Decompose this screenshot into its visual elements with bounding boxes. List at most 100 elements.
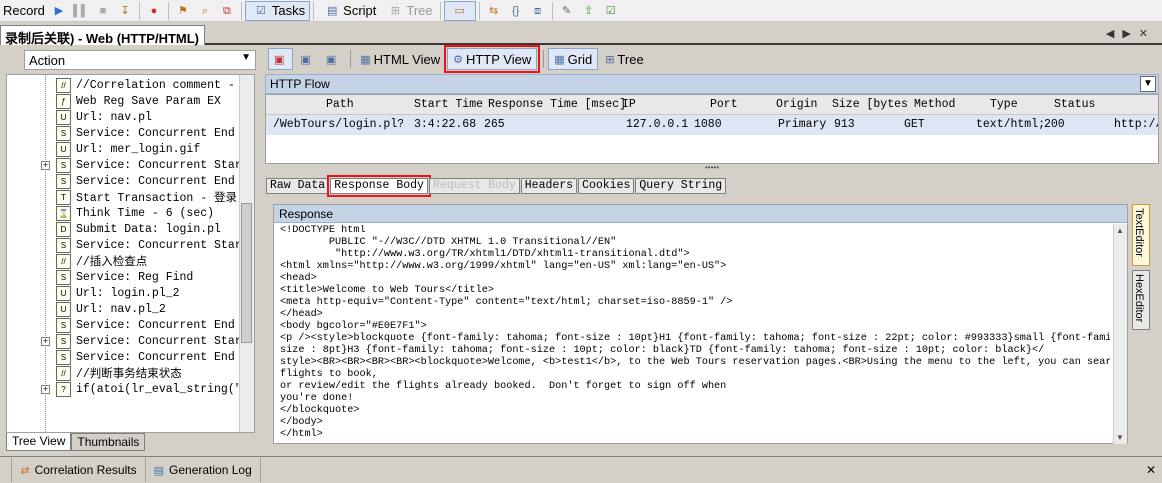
splitter-grip[interactable]: ••••• (265, 164, 1159, 172)
tree-item-label: //判断事务结束状态 (76, 368, 182, 381)
response-vscrollbar[interactable]: ▲ ▼ (1113, 224, 1127, 444)
replace-icon[interactable]: ⧉ (219, 3, 235, 19)
tools-icon[interactable]: ✎ (559, 3, 575, 19)
expand-icon[interactable]: + (41, 384, 50, 394)
step-icon[interactable]: ↧ (117, 3, 133, 19)
tasks-button[interactable]: ☑ Tasks (244, 0, 311, 21)
tab-response-body[interactable]: Response Body (327, 175, 431, 197)
column-header[interactable]: Size [bytes (832, 98, 908, 111)
record-label[interactable]: Record (0, 3, 48, 18)
tab-generation-log[interactable]: ▤ Generation Log (146, 458, 261, 482)
step-type-icon: S (56, 349, 71, 365)
tree-item[interactable]: S Service: Concurrent End (7, 125, 254, 141)
tree-item[interactable]: D Submit Data: login.pl (7, 221, 254, 237)
tree-item[interactable]: S Service: Concurrent End (7, 349, 254, 365)
tree-item[interactable]: ƒ Web Reg Save Param EX (7, 93, 254, 109)
column-header[interactable]: Origin (776, 98, 817, 111)
html-page-icon: ▦ (360, 53, 371, 66)
tree-item[interactable]: +? if(atoi(lr_eval_string("{nu (7, 381, 254, 397)
log-icon: ▤ (153, 464, 165, 477)
response-line: </blockquote> (280, 405, 360, 416)
checkpoint-icon[interactable]: ⧈ (530, 3, 546, 19)
tree-item[interactable]: S Service: Reg Find (7, 269, 254, 285)
tree-item[interactable]: U Url: nav.pl_2 (7, 301, 254, 317)
tab-scroll-arrows[interactable]: ◀▶✕ (1106, 27, 1156, 40)
compare-icon[interactable]: ☑ (603, 3, 619, 19)
output-tab-fragment[interactable] (0, 458, 13, 482)
response-line: size : 8pt}H3 {font-family: tahoma; font… (280, 345, 1045, 356)
column-header[interactable]: Path (326, 98, 354, 111)
expand-icon[interactable]: + (41, 336, 50, 346)
html-view-button[interactable]: ▦ HTML View (355, 48, 445, 70)
column-header[interactable]: Start Time (414, 98, 483, 111)
tree-view-button[interactable]: ⊞ Tree (380, 1, 436, 21)
stop-icon[interactable]: ■ (95, 3, 111, 19)
step-type-icon: S (56, 125, 71, 141)
http-view-button[interactable]: ⚙ HTTP View (444, 45, 541, 73)
find-icon[interactable]: ⌕ (197, 3, 213, 19)
toolbar-separator (350, 50, 352, 68)
tree-item[interactable]: + S Service: Concurrent Start (7, 333, 254, 349)
scroll-down-arrow[interactable]: ▼ (1116, 433, 1124, 442)
snapshot-mode-button[interactable]: ▣ (268, 48, 294, 70)
play-icon[interactable]: ▶ (51, 3, 67, 19)
column-header[interactable]: Response Time [msec] (488, 98, 626, 111)
tree-scroll-thumb[interactable] (241, 203, 252, 343)
http-flow-header: HTTP Flow ▼ (265, 74, 1159, 94)
breakpoint-icon[interactable]: ● (146, 3, 162, 19)
step-type-icon: U (56, 301, 71, 317)
script-view-button[interactable]: ▤ Script (317, 1, 380, 21)
parameter-icon[interactable]: {} (508, 3, 524, 19)
tab-hex-editor[interactable]: HexEditor (1132, 270, 1150, 330)
replay-snapshot-button[interactable]: ▣ (295, 48, 318, 70)
expand-icon[interactable]: + (41, 160, 50, 170)
tree-item[interactable]: T Start Transaction - 登录 (7, 189, 254, 205)
tab-query-string[interactable]: Query String (635, 178, 727, 194)
http-flow-header-row: Path Start Time Response Time [msec] IP Port… (266, 95, 1158, 115)
table-cell: 1080 (694, 118, 722, 131)
tree-item[interactable]: S Service: Concurrent End (7, 173, 254, 189)
tree-item[interactable]: // //插入检查点 (7, 253, 254, 269)
tree-item[interactable]: S Service: Concurrent End (7, 317, 254, 333)
tab-request-body[interactable]: Request Body (428, 178, 520, 194)
tree-item[interactable]: // //判断事务结束状态 (7, 365, 254, 381)
bookmark-icon[interactable]: ⚑ (175, 3, 191, 19)
column-header[interactable]: IP (622, 98, 636, 111)
response-body-text[interactable]: <!DOCTYPE html PUBLIC "-//W3C//DTD XHTML… (280, 225, 1110, 443)
tab-thumbnails[interactable]: Thumbnails (71, 433, 146, 451)
tab-cookies[interactable]: Cookies (578, 178, 635, 194)
tree-item[interactable]: U Url: login.pl_2 (7, 285, 254, 301)
close-icon[interactable]: ✕ (1146, 463, 1156, 477)
tab-correlation-results[interactable]: ⇄ Correlation Results (12, 458, 146, 482)
column-header[interactable]: Port (710, 98, 738, 111)
column-header[interactable]: Status (1054, 98, 1095, 111)
column-header[interactable]: Type (990, 98, 1018, 111)
tree-view-toggle[interactable]: ⊞ Tree (600, 48, 648, 70)
tab-raw-data[interactable]: Raw Data (266, 178, 330, 194)
pause-icon[interactable]: ▌▌ (73, 3, 89, 19)
filter-icon[interactable]: ▼ (1140, 76, 1156, 92)
tree-item[interactable]: S Service: Concurrent Start (7, 237, 254, 253)
tab-headers[interactable]: Headers (520, 178, 578, 194)
tree-item[interactable]: U Url: nav.pl (7, 109, 254, 125)
tree-item[interactable]: + S Service: Concurrent Start (7, 157, 254, 173)
scroll-up-arrow[interactable]: ▲ (1116, 226, 1124, 235)
action-select[interactable]: Action ▼ (24, 50, 256, 70)
transaction-icon[interactable]: ⇆ (486, 3, 502, 19)
compare-snapshot-button[interactable]: ▣ (321, 48, 344, 70)
tree-item[interactable]: U Url: mer_login.gif (7, 141, 254, 157)
grid-view-button[interactable]: ▦ Grid (548, 48, 599, 70)
tab-tree-view[interactable]: Tree View (6, 433, 72, 451)
column-header[interactable]: Method (914, 98, 955, 111)
toolbar-separator (439, 1, 441, 20)
tree-item[interactable]: ⌛ Think Time - 6 (sec) (7, 205, 254, 221)
table-row[interactable]: /WebTours/login.pl?in 3:4:22.68€ 265 127.0.… (266, 115, 1158, 135)
tree-item[interactable]: // //Correlation comment - Do (7, 77, 254, 93)
tree-scrollbar[interactable] (239, 75, 254, 432)
export-icon[interactable]: ⇪ (581, 3, 597, 19)
document-tab[interactable]: 录制后关联) - Web (HTTP/HTML) (0, 25, 205, 46)
response-line: flights to book, (280, 369, 378, 380)
tab-text-editor[interactable]: TextEditor (1132, 204, 1150, 266)
layout-button[interactable]: ▭ (443, 0, 476, 21)
response-line: you're done! (280, 393, 354, 404)
